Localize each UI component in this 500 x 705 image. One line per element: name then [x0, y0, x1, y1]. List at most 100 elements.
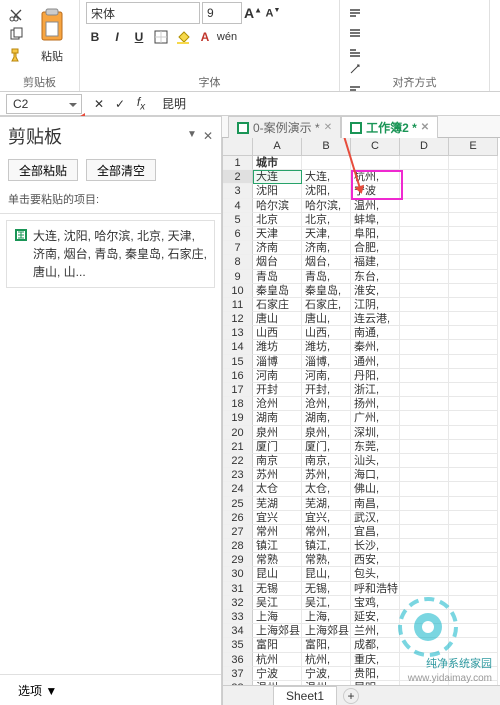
- cell[interactable]: [400, 312, 449, 326]
- row-header[interactable]: 31: [223, 582, 253, 596]
- cell[interactable]: 上海郊县: [253, 624, 302, 638]
- cell[interactable]: [400, 539, 449, 553]
- row-header[interactable]: 5: [223, 213, 253, 227]
- cell[interactable]: 合肥,: [351, 241, 400, 255]
- row-header[interactable]: 8: [223, 255, 253, 269]
- cell[interactable]: [400, 511, 449, 525]
- cell[interactable]: 天津,: [302, 227, 351, 241]
- cell[interactable]: 泉州: [253, 426, 302, 440]
- cell[interactable]: 上海郊县,: [302, 624, 351, 638]
- row-header[interactable]: 17: [223, 383, 253, 397]
- cell[interactable]: 镇江: [253, 539, 302, 553]
- cell[interactable]: 常州,: [302, 525, 351, 539]
- cell[interactable]: 佛山,: [351, 482, 400, 496]
- cell[interactable]: 上海: [253, 610, 302, 624]
- cell[interactable]: 浙江,: [351, 383, 400, 397]
- cell[interactable]: [400, 156, 449, 170]
- cell[interactable]: 上海,: [302, 610, 351, 624]
- font-color-button[interactable]: A: [196, 28, 214, 46]
- row-header[interactable]: 32: [223, 596, 253, 610]
- cell[interactable]: 东莞,: [351, 440, 400, 454]
- cell[interactable]: 厦门: [253, 440, 302, 454]
- font-name-combobox[interactable]: 宋体: [86, 2, 200, 24]
- cell[interactable]: 深圳,: [351, 426, 400, 440]
- cell[interactable]: 济南,: [302, 241, 351, 255]
- cell[interactable]: 沧州: [253, 397, 302, 411]
- cell[interactable]: [449, 312, 498, 326]
- cell[interactable]: 沧州,: [302, 397, 351, 411]
- cell[interactable]: 呼和浩特,: [351, 582, 400, 596]
- paste-all-button[interactable]: 全部粘贴: [8, 159, 78, 181]
- cancel-formula-icon[interactable]: ✕: [90, 95, 108, 113]
- cell[interactable]: 宜昌,: [351, 525, 400, 539]
- row-header[interactable]: 27: [223, 525, 253, 539]
- row-header[interactable]: 16: [223, 369, 253, 383]
- row-header[interactable]: 26: [223, 511, 253, 525]
- underline-button[interactable]: U: [130, 28, 148, 46]
- cell[interactable]: 汕头,: [351, 454, 400, 468]
- row-header[interactable]: 10: [223, 284, 253, 298]
- cell[interactable]: 济南: [253, 241, 302, 255]
- cell[interactable]: 河南,: [302, 369, 351, 383]
- row-header[interactable]: 1: [223, 156, 253, 170]
- row-header[interactable]: 25: [223, 497, 253, 511]
- row-header[interactable]: 30: [223, 567, 253, 581]
- cell[interactable]: 山西: [253, 326, 302, 340]
- cell[interactable]: 常熟,: [302, 553, 351, 567]
- cell[interactable]: [400, 241, 449, 255]
- cell[interactable]: 海口,: [351, 468, 400, 482]
- cell[interactable]: 延安,: [351, 610, 400, 624]
- col-hdr-C[interactable]: C: [351, 138, 400, 156]
- cell[interactable]: [400, 298, 449, 312]
- cell[interactable]: [400, 411, 449, 425]
- bold-button[interactable]: B: [86, 28, 104, 46]
- close-tab-icon[interactable]: ✕: [324, 122, 332, 133]
- cell[interactable]: 吴江,: [302, 596, 351, 610]
- cell[interactable]: 贵阳,: [351, 667, 400, 681]
- cell[interactable]: [400, 397, 449, 411]
- cell[interactable]: 武汉,: [351, 511, 400, 525]
- clear-all-button[interactable]: 全部清空: [86, 159, 156, 181]
- cell[interactable]: 宜兴: [253, 511, 302, 525]
- font-size-combobox[interactable]: 9: [202, 2, 242, 24]
- cell[interactable]: [302, 156, 351, 170]
- cell[interactable]: [400, 255, 449, 269]
- cell[interactable]: 温州,: [351, 199, 400, 213]
- cell[interactable]: 宁波,: [302, 667, 351, 681]
- cell[interactable]: [400, 340, 449, 354]
- cell[interactable]: [449, 369, 498, 383]
- cell[interactable]: [449, 270, 498, 284]
- row-header[interactable]: 4: [223, 199, 253, 213]
- enter-formula-icon[interactable]: ✓: [111, 95, 129, 113]
- col-hdr-B[interactable]: B: [302, 138, 351, 156]
- cell[interactable]: [400, 213, 449, 227]
- cell[interactable]: [449, 170, 498, 184]
- cell[interactable]: 南通,: [351, 326, 400, 340]
- cell[interactable]: 北京,: [302, 213, 351, 227]
- cell[interactable]: 河南: [253, 369, 302, 383]
- cell[interactable]: 福建,: [351, 255, 400, 269]
- row-header[interactable]: 7: [223, 241, 253, 255]
- cell[interactable]: [400, 440, 449, 454]
- cell[interactable]: 无锡,: [302, 582, 351, 596]
- cell[interactable]: 南京,: [302, 454, 351, 468]
- select-all-corner[interactable]: [223, 138, 253, 156]
- row-header[interactable]: 12: [223, 312, 253, 326]
- cell[interactable]: [400, 326, 449, 340]
- cell[interactable]: 连云港,: [351, 312, 400, 326]
- cell[interactable]: 富阳: [253, 638, 302, 652]
- row-header[interactable]: 29: [223, 553, 253, 567]
- cell[interactable]: 潍坊,: [302, 340, 351, 354]
- cell[interactable]: 常熟: [253, 553, 302, 567]
- cell[interactable]: 南京: [253, 454, 302, 468]
- row-header[interactable]: 36: [223, 653, 253, 667]
- cell[interactable]: [449, 383, 498, 397]
- cell[interactable]: 开封: [253, 383, 302, 397]
- cell[interactable]: [449, 284, 498, 298]
- paste-button[interactable]: 粘贴: [30, 2, 74, 68]
- cell[interactable]: [449, 497, 498, 511]
- cell[interactable]: [400, 482, 449, 496]
- row-header[interactable]: 2: [223, 170, 253, 184]
- cell[interactable]: 扬州,: [351, 397, 400, 411]
- cell[interactable]: [400, 582, 449, 596]
